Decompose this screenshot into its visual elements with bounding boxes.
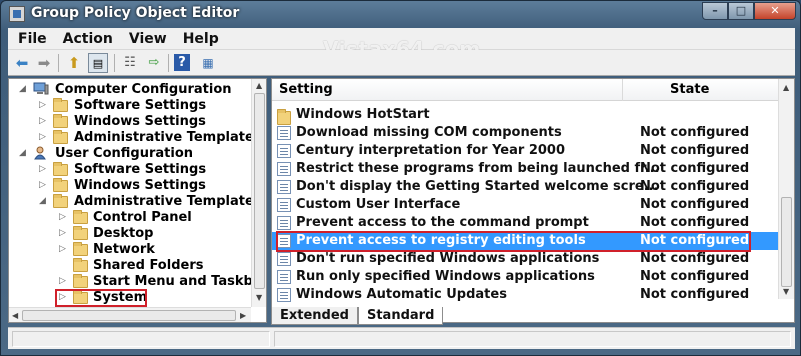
scroll-thumb[interactable] xyxy=(254,93,265,289)
list-item[interactable]: Don't run specified Windows applications… xyxy=(272,250,778,268)
list-item[interactable]: Restrict these programs from being launc… xyxy=(272,160,778,178)
policy-icon xyxy=(277,198,291,212)
status-bar xyxy=(8,327,795,349)
list-item[interactable]: Century interpretation for Year 2000 Not… xyxy=(272,142,778,160)
scroll-down-icon[interactable]: ▼ xyxy=(783,287,789,296)
menu-view[interactable]: View xyxy=(129,31,167,47)
folder-icon xyxy=(73,258,88,272)
toolbar: ⬅ ➡ ⬆ ▤ ☷ ⇨ ? ▦ xyxy=(8,50,795,76)
minimize-button[interactable]: – xyxy=(702,2,728,20)
policy-icon xyxy=(277,144,291,158)
forward-icon[interactable]: ➡ xyxy=(34,53,54,73)
folder-icon xyxy=(53,130,68,144)
list-item[interactable]: Prevent access to the command prompt Not… xyxy=(272,214,778,232)
collapse-icon[interactable]: ◢ xyxy=(19,85,28,94)
folder-icon xyxy=(53,162,68,176)
menu-action[interactable]: Action xyxy=(63,31,113,47)
expand-icon[interactable]: ▷ xyxy=(59,229,68,238)
expand-icon[interactable]: ▷ xyxy=(59,245,68,254)
user-icon xyxy=(34,146,46,160)
folder-icon xyxy=(73,242,88,256)
title-bar[interactable]: Group Policy Object Editor – □ ✕ xyxy=(1,1,800,27)
collapse-icon[interactable]: ◢ xyxy=(19,149,28,158)
policy-icon xyxy=(277,180,291,194)
scroll-thumb[interactable] xyxy=(22,310,236,321)
policy-icon xyxy=(277,216,291,230)
policy-icon xyxy=(277,270,291,284)
column-header-setting[interactable]: Setting xyxy=(279,82,333,97)
folder-icon xyxy=(73,274,88,288)
expand-icon[interactable]: ▷ xyxy=(39,165,48,174)
help-icon[interactable]: ? xyxy=(174,54,190,71)
up-folder-icon[interactable]: ⬆ xyxy=(64,53,84,73)
menu-file[interactable]: File xyxy=(18,31,47,47)
folder-icon xyxy=(53,114,68,128)
tree-vertical-scrollbar[interactable]: ▲ ▼ xyxy=(251,79,266,307)
folder-icon xyxy=(53,98,68,112)
tab-extended[interactable]: Extended xyxy=(271,307,358,325)
list-header: Setting State xyxy=(272,79,778,101)
view-tabs: Extended Standard xyxy=(271,307,444,325)
scroll-up-icon[interactable]: ▲ xyxy=(256,81,262,90)
maximize-button[interactable]: □ xyxy=(728,2,754,20)
list-item[interactable]: Run only specified Windows applications … xyxy=(272,268,778,286)
folder-icon xyxy=(73,210,88,224)
expand-icon[interactable]: ▷ xyxy=(59,277,68,286)
column-header-state[interactable]: State xyxy=(670,82,709,97)
gpedit-window: Group Policy Object Editor – □ ✕ File Ac… xyxy=(0,0,801,356)
expand-icon[interactable]: ▷ xyxy=(39,133,48,142)
menu-help[interactable]: Help xyxy=(183,31,219,47)
status-pane-right xyxy=(274,331,791,347)
expand-icon[interactable]: ▷ xyxy=(39,117,48,126)
show-hide-tree-icon[interactable]: ▤ xyxy=(88,53,108,73)
window-title: Group Policy Object Editor xyxy=(31,5,240,21)
policy-icon xyxy=(277,288,291,302)
collapse-icon[interactable]: ◢ xyxy=(39,197,48,206)
list-vertical-scrollbar[interactable]: ▲ ▼ xyxy=(778,79,794,299)
expand-icon[interactable]: ▷ xyxy=(59,213,68,222)
properties-icon[interactable]: ☷ xyxy=(120,53,140,73)
computer-icon xyxy=(33,82,49,95)
folder-icon xyxy=(53,178,68,192)
scroll-down-icon[interactable]: ▼ xyxy=(256,293,262,302)
list-item[interactable]: Custom User Interface Not configured xyxy=(272,196,778,214)
tree-pane[interactable]: ◢ Computer Configuration ▷ Software Sett… xyxy=(8,78,267,323)
selected-row-highlight-box xyxy=(276,231,751,252)
list-item[interactable]: Don't display the Getting Started welcom… xyxy=(272,178,778,196)
gpedit-app-icon[interactable] xyxy=(9,6,25,22)
extended-view-icon[interactable]: ▦ xyxy=(198,53,218,73)
folder-icon xyxy=(277,109,291,125)
status-pane-left xyxy=(12,331,270,347)
export-list-icon[interactable]: ⇨ xyxy=(144,53,164,73)
folder-icon xyxy=(73,226,88,240)
system-highlight-box xyxy=(55,289,147,307)
tab-standard[interactable]: Standard xyxy=(357,307,444,325)
tree-horizontal-scrollbar[interactable]: ◀ ▶ xyxy=(9,307,251,322)
folder-open-icon xyxy=(53,194,68,208)
settings-list-pane[interactable]: Setting State Windows HotStart Download … xyxy=(271,78,795,323)
close-button[interactable]: ✕ xyxy=(754,2,796,20)
list-item[interactable]: Windows HotStart xyxy=(272,106,778,125)
policy-icon xyxy=(277,162,291,176)
expand-icon[interactable]: ▷ xyxy=(39,101,48,110)
policy-icon xyxy=(277,252,291,266)
scroll-right-icon[interactable]: ▶ xyxy=(240,311,246,320)
list-item[interactable]: Windows Automatic Updates Not configured xyxy=(272,286,778,304)
list-item[interactable]: Download missing COM components Not conf… xyxy=(272,124,778,142)
scroll-thumb[interactable] xyxy=(781,197,792,287)
expand-icon[interactable]: ▷ xyxy=(39,181,48,190)
back-icon[interactable]: ⬅ xyxy=(12,53,32,73)
scroll-up-icon[interactable]: ▲ xyxy=(783,83,789,92)
scroll-left-icon[interactable]: ◀ xyxy=(12,311,18,320)
policy-icon xyxy=(277,126,291,140)
